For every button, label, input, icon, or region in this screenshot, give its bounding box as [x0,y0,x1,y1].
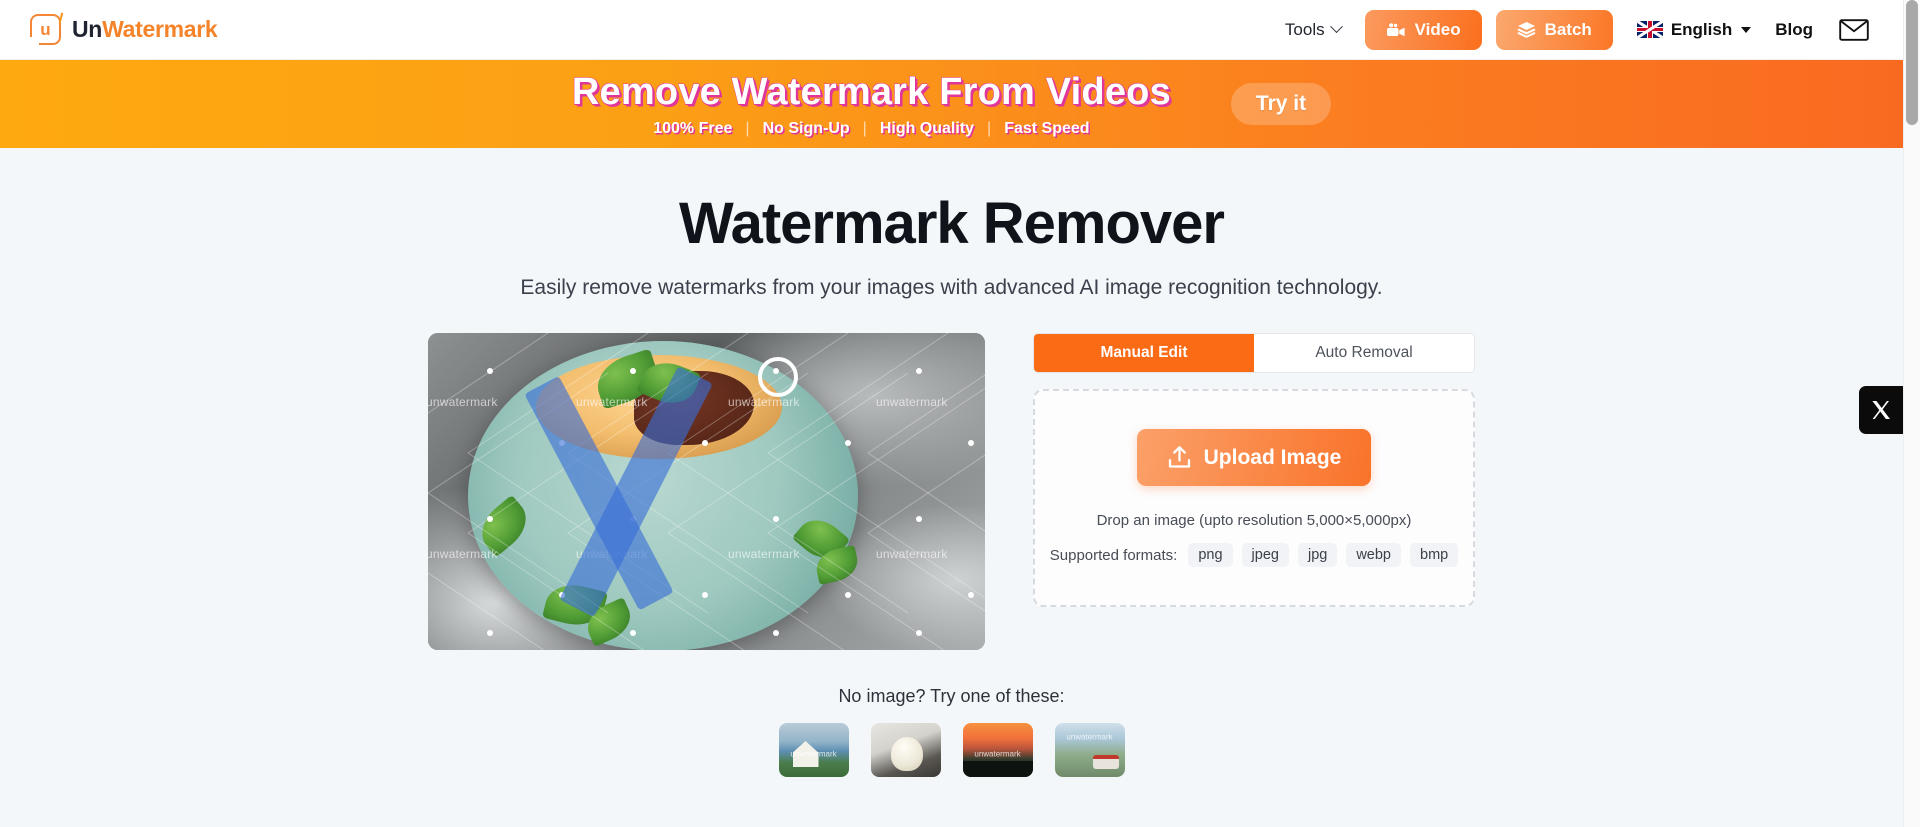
language-label: English [1670,19,1733,39]
preview-brush-strokes [428,333,985,650]
video-button-label: Video [1414,19,1461,39]
thumb-watermark-label: unwatermark [974,749,1021,759]
hero-section: Watermark Remover Easily remove watermar… [0,148,1903,300]
try-it-button[interactable]: Try it [1230,83,1332,125]
format-chip-webp[interactable]: webp [1346,543,1401,567]
page-scrollbar-track[interactable] [1903,0,1920,827]
thumb-watermark-label: unwatermark [790,749,837,759]
tab-manual-edit[interactable]: Manual Edit [1034,334,1254,372]
envelope-icon [1839,18,1869,41]
promo-feature: 100% Free [653,119,733,137]
workspace: unwatermark unwatermark unwatermark unwa… [0,333,1903,650]
promo-banner-texts: Remove Watermark From Videos 100% Free |… [572,71,1171,138]
page-subtitle: Easily remove watermarks from your image… [520,276,1383,299]
brand-logo-group[interactable]: u UnWatermark [24,11,218,46]
x-twitter-icon [1872,401,1890,419]
tab-auto-removal[interactable]: Auto Removal [1254,334,1474,372]
logo-tick-accent [53,11,64,24]
thumb-hill-shape [962,761,1033,777]
image-preview-canvas[interactable]: unwatermark unwatermark unwatermark unwa… [428,333,985,650]
brand-name-suffix: Watermark [102,16,218,42]
format-chip-png[interactable]: png [1188,543,1233,567]
upload-dropzone[interactable]: Upload Image Drop an image (upto resolut… [1033,389,1475,607]
sample-thumbnails: unwatermark unwatermark unwatermark [0,723,1903,777]
page-root: u UnWatermark Tools Video Batch English … [0,0,1920,827]
page-content: u UnWatermark Tools Video Batch English … [0,0,1903,827]
batch-button[interactable]: Batch [1495,9,1613,50]
promo-banner: Remove Watermark From Videos 100% Free |… [0,60,1903,148]
promo-separator: | [745,119,750,137]
thumb-watermark-label: unwatermark [1066,732,1113,742]
sample-images-section: No image? Try one of these: unwatermark … [0,686,1903,777]
layers-icon [1517,22,1536,38]
sample-thumbnail-house-coast[interactable]: unwatermark [778,723,849,777]
thumb-cat-shape [890,737,923,771]
main-nav: Tools Video Batch English Blog [1269,9,1879,50]
video-camera-icon [1386,22,1405,36]
sample-images-label: No image? Try one of these: [838,686,1065,706]
batch-button-label: Batch [1544,19,1592,39]
brand-name-prefix: Un [72,16,103,42]
blog-link[interactable]: Blog [1775,20,1813,40]
dropzone-hint: Drop an image (upto resolution 5,000×5,0… [1096,512,1412,529]
sample-thumbnail-cat[interactable] [870,723,941,777]
editor-panel: Manual Edit Auto Removal Upload Image Dr… [1033,333,1475,607]
supported-formats: Supported formats: png jpeg jpg webp bmp [1049,543,1459,567]
language-selector[interactable]: English [1636,19,1752,40]
supported-formats-label: Supported formats: [1049,546,1178,564]
upload-icon [1168,446,1190,468]
promo-separator: | [987,119,992,137]
promo-feature: No Sign-Up [762,119,850,137]
page-title: Watermark Remover [679,191,1225,256]
nav-tools-label: Tools [1284,19,1325,39]
thumb-bus-shape [1092,755,1119,769]
uk-flag-icon [1636,21,1663,38]
brush-cursor-icon [758,357,798,397]
promo-feature: High Quality [879,119,975,137]
page-scrollbar-thumb[interactable] [1906,0,1918,125]
logo-letter: u [40,20,51,39]
promo-feature: Fast Speed [1004,119,1090,137]
sample-thumbnail-sunset[interactable]: unwatermark [962,723,1033,777]
promo-banner-features: 100% Free | No Sign-Up | High Quality | … [653,120,1089,138]
chevron-down-icon [1741,26,1752,33]
nav-tools-menu[interactable]: Tools [1269,14,1357,46]
mode-tabs: Manual Edit Auto Removal [1033,333,1475,373]
promo-separator: | [862,119,867,137]
upload-image-button[interactable]: Upload Image [1136,429,1372,486]
format-chip-jpg[interactable]: jpg [1297,543,1338,567]
share-on-x-button[interactable] [1859,386,1903,434]
contact-email-button[interactable] [1839,18,1869,41]
site-header: u UnWatermark Tools Video Batch English … [0,0,1903,60]
video-button[interactable]: Video [1364,9,1482,50]
format-chip-bmp[interactable]: bmp [1410,543,1459,567]
sample-thumbnail-bus-road[interactable]: unwatermark [1054,723,1125,777]
logo-corner-notch [29,36,39,46]
brand-name: UnWatermark [72,16,218,43]
unwatermark-logo-icon: u [29,11,64,46]
format-chip-jpeg[interactable]: jpeg [1241,543,1289,567]
promo-banner-title: Remove Watermark From Videos [571,70,1171,113]
chevron-down-icon [1329,20,1343,34]
upload-image-label: Upload Image [1203,445,1342,469]
